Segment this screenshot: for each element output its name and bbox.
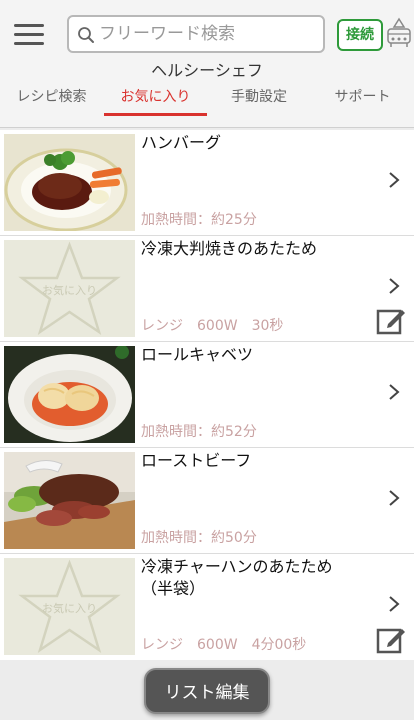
- tab-support[interactable]: サポート: [311, 84, 414, 118]
- recipe-settings: レンジ 600W 4分00秒: [141, 637, 307, 653]
- recipe-image-placeholder: お気に入り: [4, 558, 135, 655]
- bottom-bar: リスト編集: [0, 660, 414, 720]
- edit-icon[interactable]: [376, 305, 406, 335]
- chevron-right-icon: [389, 172, 400, 188]
- recipe-cook-time: 加熱時間：約25分: [141, 212, 257, 228]
- edit-icon[interactable]: [376, 624, 406, 654]
- tab-favorites[interactable]: お気に入り: [104, 84, 207, 118]
- recipe-cook-time: 加熱時間：約52分: [141, 424, 257, 440]
- cooker-device-icon[interactable]: [385, 17, 413, 49]
- list-item[interactable]: ハンバーグ 加熱時間：約25分: [0, 130, 414, 236]
- list-item[interactable]: お気に入り 冷凍チャーハンのあたため （半袋） レンジ 600W 4分00秒: [0, 554, 414, 660]
- search-field[interactable]: [67, 15, 325, 53]
- recipe-cook-time: 加熱時間：約50分: [141, 530, 257, 546]
- recipe-title: 冷凍大判焼きのあたため: [141, 239, 318, 258]
- chevron-right-icon: [389, 278, 400, 294]
- recipe-image: [4, 452, 135, 549]
- placeholder-label: お気に入り: [42, 601, 97, 615]
- header: 接続 ヘルシーシェフ レシピ検索 お気に入り 手動設定 サポート: [0, 0, 414, 128]
- chevron-right-icon: [389, 490, 400, 506]
- recipe-title: ローストビーフ: [141, 451, 252, 470]
- recipe-settings: レンジ 600W 30秒: [141, 318, 284, 334]
- recipe-image: [4, 346, 135, 443]
- search-icon: [78, 27, 94, 43]
- app-title: ヘルシーシェフ: [151, 61, 263, 80]
- list-item[interactable]: ロールキャベツ 加熱時間：約52分: [0, 342, 414, 448]
- tab-bar: レシピ検索 お気に入り 手動設定 サポート: [0, 84, 414, 118]
- list-item[interactable]: お気に入り 冷凍大判焼きのあたため レンジ 600W 30秒: [0, 236, 414, 342]
- tab-manual-settings[interactable]: 手動設定: [207, 84, 311, 118]
- recipe-title: ハンバーグ: [141, 133, 222, 152]
- favorites-list: ハンバーグ 加熱時間：約25分 お気に入り 冷凍大判焼きのあたため レンジ 60…: [0, 130, 414, 660]
- placeholder-label: お気に入り: [42, 283, 97, 297]
- list-item[interactable]: ローストビーフ 加熱時間：約50分: [0, 448, 414, 554]
- recipe-image: [4, 134, 135, 231]
- search-input[interactable]: [99, 19, 319, 49]
- hamburger-menu-icon[interactable]: [14, 24, 44, 46]
- tab-recipe-search[interactable]: レシピ検索: [0, 84, 103, 118]
- list-edit-button[interactable]: リスト編集: [144, 668, 270, 714]
- app-screen: 接続 ヘルシーシェフ レシピ検索 お気に入り 手動設定 サポート: [0, 0, 414, 720]
- recipe-image-placeholder: お気に入り: [4, 240, 135, 337]
- chevron-right-icon: [389, 384, 400, 400]
- recipe-title: ロールキャベツ: [141, 345, 254, 364]
- chevron-right-icon: [389, 596, 400, 612]
- recipe-title: 冷凍チャーハンのあたため （半袋）: [141, 557, 333, 598]
- connect-button[interactable]: 接続: [337, 19, 383, 51]
